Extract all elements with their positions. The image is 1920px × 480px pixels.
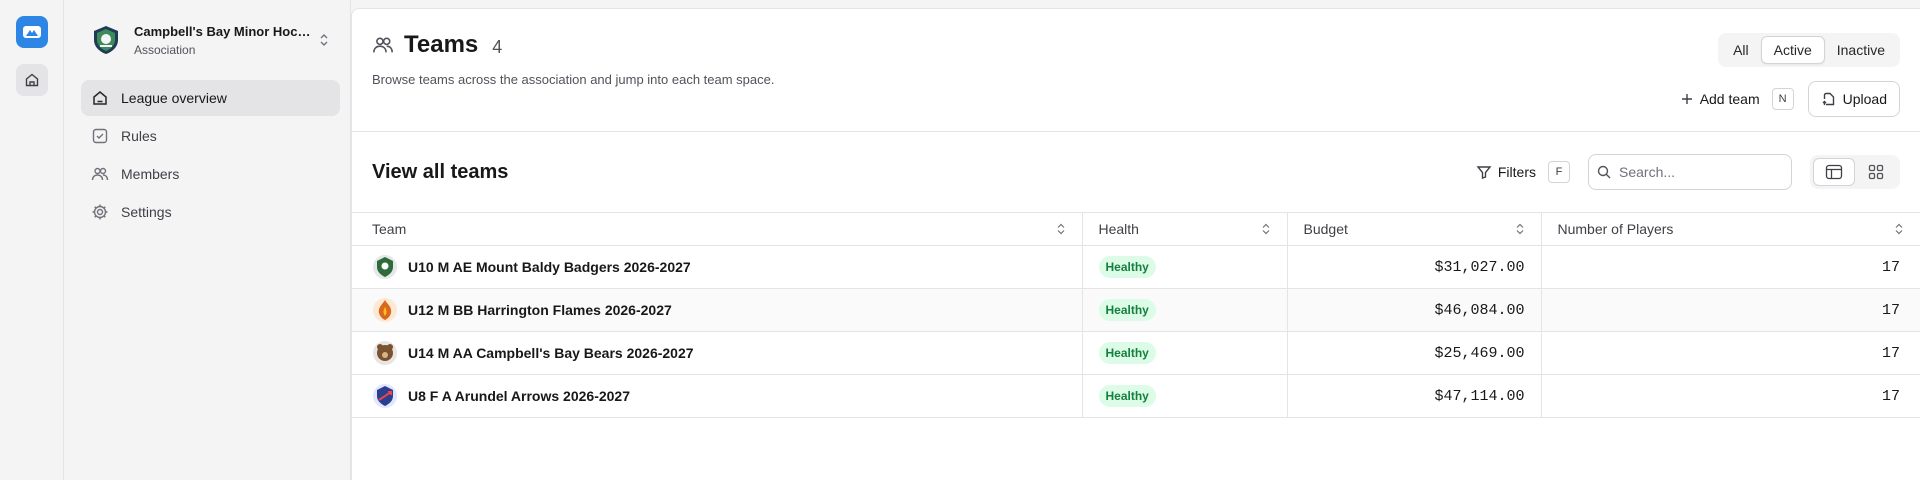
status-badge: Healthy — [1098, 385, 1156, 407]
main-panel: Teams 4 Browse teams across the associat… — [351, 8, 1920, 480]
table-row[interactable]: U8 F A Arundel Arrows 2026-2027 Healthy … — [352, 374, 1920, 418]
sort-icon — [1895, 223, 1903, 235]
sidebar-item-label: Members — [121, 166, 180, 182]
budget-value: $46,084.00 — [1286, 288, 1541, 332]
add-team-label: Add team — [1699, 91, 1760, 107]
table-icon — [1825, 164, 1843, 180]
home-icon — [25, 73, 38, 87]
table-toolbar: View all teams Filters F — [352, 132, 1920, 212]
filters-button[interactable]: Filters F — [1476, 161, 1570, 183]
teams-table: Team Health Budget Number of Players U10… — [352, 212, 1920, 418]
players-count: 17 — [1540, 331, 1920, 375]
org-type: Association — [134, 42, 196, 57]
grid-icon — [1868, 164, 1884, 180]
filters-label: Filters — [1497, 164, 1536, 180]
sidebar-nav: League overview Rules Members Settings — [72, 80, 342, 230]
search-input[interactable] — [1619, 164, 1779, 180]
add-team-shortcut: N — [1771, 88, 1794, 110]
section-title: View all teams — [372, 160, 509, 183]
table-row[interactable]: U12 M BB Harrington Flames 2026-2027 Hea… — [352, 288, 1920, 332]
filter-icon — [1476, 166, 1492, 179]
plus-icon — [1681, 94, 1692, 104]
sidebar-item-label: Settings — [121, 204, 172, 220]
team-name: U14 M AA Campbell's Bay Bears 2026-2027 — [408, 345, 694, 361]
app-shell: Campbell's Bay Minor Hockey Association … — [0, 0, 1920, 480]
budget-value: $47,114.00 — [1286, 374, 1541, 418]
sort-icon — [1262, 223, 1269, 235]
upload-icon — [1822, 92, 1834, 106]
team-name: U10 M AE Mount Baldy Badgers 2026-2027 — [408, 259, 691, 275]
status-badge: Healthy — [1098, 299, 1156, 321]
budget-value: $31,027.00 — [1286, 245, 1541, 289]
search-icon — [1597, 165, 1611, 179]
view-toggle — [1810, 155, 1900, 189]
filters-shortcut: F — [1548, 161, 1570, 183]
sidebar-item-label: League overview — [121, 90, 227, 106]
grid-view-button[interactable] — [1855, 158, 1897, 186]
players-count: 17 — [1540, 288, 1920, 332]
upload-button[interactable]: Upload — [1807, 81, 1900, 117]
table-row[interactable]: U10 M AE Mount Baldy Badgers 2026-2027 H… — [352, 245, 1920, 289]
team-name: U8 F A Arundel Arrows 2026-2027 — [408, 388, 631, 404]
status-filter-active[interactable]: Active — [1760, 36, 1825, 64]
column-header-players[interactable]: Number of Players — [1540, 212, 1920, 246]
status-badge: Healthy — [1098, 342, 1156, 364]
rail-home-button[interactable] — [15, 64, 48, 96]
sidebar-item-members[interactable]: Members — [81, 156, 340, 192]
team-logo-icon — [373, 298, 397, 322]
sort-icon — [1516, 223, 1523, 235]
org-logo-icon — [94, 26, 118, 54]
status-badge: Healthy — [1098, 256, 1156, 278]
search-box — [1588, 154, 1792, 190]
home-icon — [93, 91, 107, 105]
sidebar: Campbell's Bay Minor Hockey Association … — [64, 0, 351, 480]
column-header-health[interactable]: Health — [1081, 212, 1287, 246]
status-filter-inactive[interactable]: Inactive — [1825, 36, 1897, 64]
status-filter-all[interactable]: All — [1721, 36, 1761, 64]
budget-value: $25,469.00 — [1286, 331, 1541, 375]
org-switcher[interactable]: Campbell's Bay Minor Hockey Association … — [72, 12, 342, 72]
chevron-up-down-icon[interactable] — [316, 30, 332, 50]
sidebar-item-rules[interactable]: Rules — [81, 118, 340, 154]
users-icon — [91, 167, 109, 181]
players-count: 17 — [1540, 245, 1920, 289]
sidebar-item-settings[interactable]: Settings — [81, 194, 340, 230]
status-filter: All Active Inactive — [1718, 33, 1900, 67]
check-square-icon — [92, 128, 108, 144]
team-count: 4 — [492, 36, 503, 57]
team-logo-icon — [373, 255, 397, 279]
column-header-team[interactable]: Team — [352, 212, 1082, 246]
players-count: 17 — [1540, 374, 1920, 418]
org-name: Campbell's Bay Minor Hockey Association — [134, 23, 314, 39]
table-row[interactable]: U14 M AA Campbell's Bay Bears 2026-2027 … — [352, 331, 1920, 375]
sort-icon — [1057, 223, 1064, 235]
sidebar-item-label: Rules — [121, 128, 157, 144]
upload-label: Upload — [1842, 91, 1887, 107]
add-team-button[interactable]: Add team N — [1680, 88, 1794, 110]
column-header-budget[interactable]: Budget — [1286, 212, 1541, 246]
team-logo-icon — [373, 384, 397, 408]
users-icon — [373, 37, 393, 53]
gear-icon — [92, 204, 108, 220]
icon-rail — [0, 0, 64, 480]
page-header: Teams 4 Browse teams across the associat… — [352, 9, 1920, 132]
page-subtitle: Browse teams across the association and … — [372, 72, 775, 87]
team-logo-icon — [373, 341, 397, 365]
header-actions: Add team N Upload — [1680, 81, 1900, 117]
app-logo-icon[interactable] — [15, 16, 48, 48]
page-title: Teams — [404, 31, 479, 58]
table-view-button[interactable] — [1813, 158, 1855, 186]
sidebar-item-league-overview[interactable]: League overview — [81, 80, 340, 116]
team-name: U12 M BB Harrington Flames 2026-2027 — [408, 302, 672, 318]
